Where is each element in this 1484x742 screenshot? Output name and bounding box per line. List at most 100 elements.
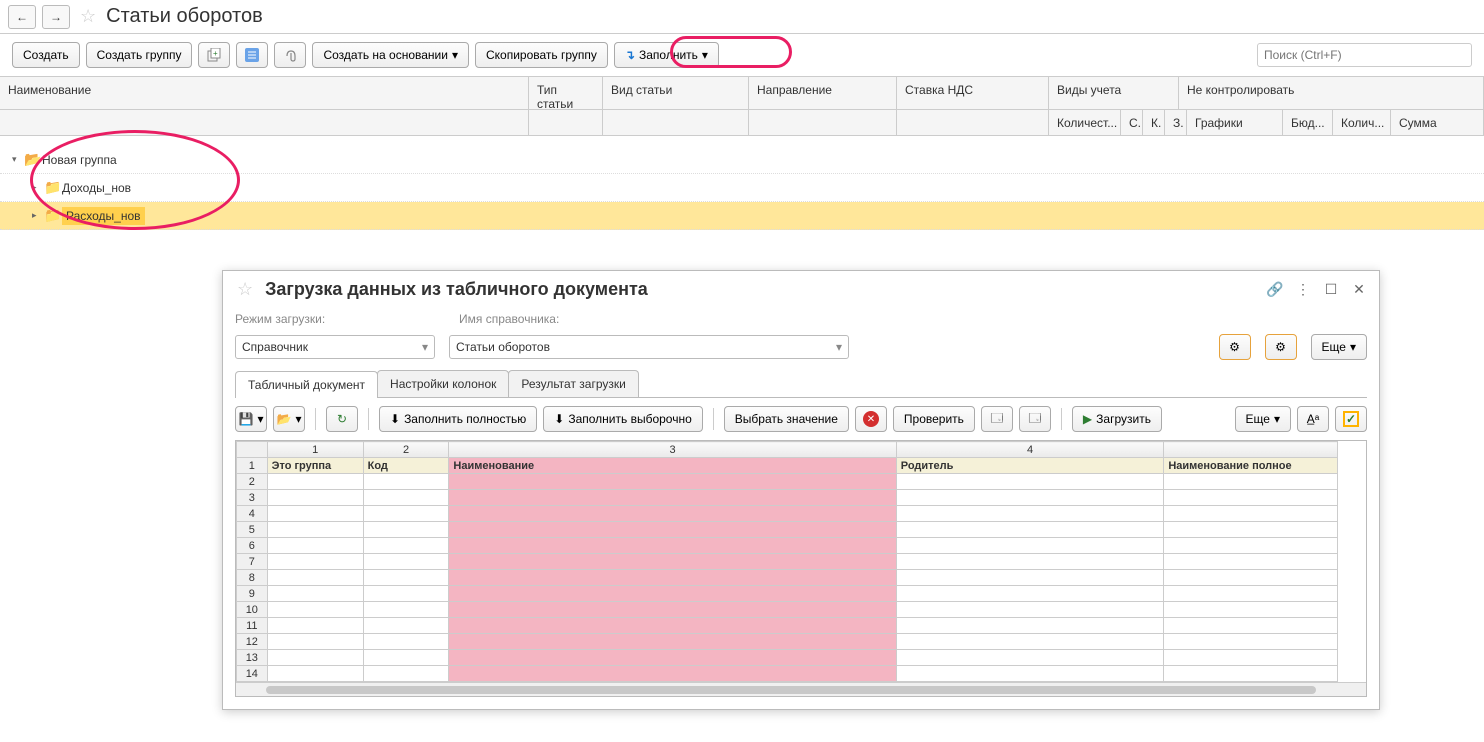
menu-icon[interactable]: ⋮ (1293, 281, 1313, 298)
h-parent[interactable]: Родитель (896, 458, 1164, 474)
mode-label: Режим загрузки: (235, 312, 445, 326)
pick-button[interactable]: Выбрать значение (724, 406, 849, 432)
load-button[interactable]: ▶ Загрузить (1072, 406, 1162, 432)
clear-button[interactable]: ✕ (855, 406, 887, 432)
disk-icon: 💾 (239, 412, 254, 426)
fill-sel-icon: ⬇ (554, 412, 564, 426)
tree-income[interactable]: ▸ 📁 Доходы_нов (0, 174, 1484, 202)
search-input[interactable] (1257, 43, 1472, 67)
refresh-button[interactable]: ↻ (326, 406, 358, 432)
dialog-title: Загрузка данных из табличного документа (265, 279, 1257, 300)
tab-result[interactable]: Результат загрузки (508, 370, 638, 397)
col-letter[interactable] (1164, 442, 1338, 458)
col-sum[interactable]: Сумма (1391, 109, 1484, 135)
row-num[interactable]: 2 (237, 474, 268, 490)
spreadsheet[interactable]: 1 2 3 4 1 Это группа Код Наименование Ро… (235, 440, 1367, 697)
fill-arrow-icon: ↴ (625, 48, 635, 62)
save-button[interactable]: 💾▾ (235, 406, 267, 432)
svg-text:+: + (213, 49, 218, 58)
h-isgroup[interactable]: Это группа (267, 458, 363, 474)
ref-select[interactable]: Статьи оборотов (449, 335, 849, 359)
col-type[interactable]: Тип статьи (529, 77, 603, 109)
expand-icon[interactable]: ▸ (32, 210, 44, 221)
row-num[interactable]: 5 (237, 522, 268, 538)
nav-fwd-button[interactable]: → (42, 5, 70, 29)
fill-sel-button[interactable]: ⬇ Заполнить выборочно (543, 406, 703, 432)
col-qty2[interactable]: Колич... (1333, 109, 1391, 135)
star-icon[interactable]: ☆ (80, 6, 96, 27)
col-name[interactable]: Наименование (0, 77, 529, 109)
tree-expense[interactable]: ▸ 📁 Расходы_нов (0, 202, 1484, 230)
col-k[interactable]: К. (1143, 109, 1165, 135)
col-acct[interactable]: Виды учета (1049, 77, 1179, 109)
row-num[interactable]: 3 (237, 490, 268, 506)
col-c[interactable]: С. (1121, 109, 1143, 135)
list-icon-button[interactable] (236, 42, 268, 68)
star-icon[interactable]: ☆ (237, 279, 253, 300)
col-letter[interactable]: 4 (896, 442, 1164, 458)
row-num[interactable]: 9 (237, 586, 268, 602)
col-noctrl[interactable]: Не контролировать (1179, 77, 1484, 109)
attach-icon-button[interactable] (274, 42, 306, 68)
font-button[interactable]: A̲ᵃ (1297, 406, 1329, 432)
col-letter[interactable]: 1 (267, 442, 363, 458)
create-button[interactable]: Создать (12, 42, 80, 68)
folder-icon: 📁 (44, 207, 62, 224)
row-num[interactable]: 12 (237, 634, 268, 650)
check-button[interactable]: Проверить (893, 406, 975, 432)
row-num[interactable]: 10 (237, 602, 268, 618)
link-icon[interactable]: 🔗 (1265, 281, 1285, 298)
create-based-button[interactable]: Создать на основании ▾ (312, 42, 469, 68)
row-num[interactable]: 7 (237, 554, 268, 570)
row-num[interactable]: 13 (237, 650, 268, 666)
more-top-button[interactable]: Еще ▾ (1311, 334, 1367, 360)
col-qty[interactable]: Количест... (1049, 109, 1121, 135)
row-num[interactable]: 6 (237, 538, 268, 554)
more-button[interactable]: Еще ▾ (1235, 406, 1291, 432)
col-vat[interactable]: Ставка НДС (897, 77, 1049, 109)
row-num[interactable]: 8 (237, 570, 268, 586)
col-bud[interactable]: Бюд... (1283, 109, 1333, 135)
tree-group-new[interactable]: ▾ 📂 Новая группа (0, 146, 1484, 174)
col-z[interactable]: З. (1165, 109, 1187, 135)
fill-full-button[interactable]: ⬇ Заполнить полностью (379, 406, 537, 432)
create-group-button[interactable]: Создать группу (86, 42, 193, 68)
col-graph[interactable]: Графики (1187, 109, 1283, 135)
tree-label: Расходы_нов (62, 207, 145, 225)
dropdown-caret-icon: ▾ (702, 48, 708, 62)
nav2-button[interactable]: 🗔 (1019, 406, 1051, 432)
open-button[interactable]: 📂▾ (273, 406, 305, 432)
gear-icon: ⚙ (1275, 340, 1286, 354)
col-letter[interactable]: 3 (449, 442, 896, 458)
tab-columns[interactable]: Настройки колонок (377, 370, 509, 397)
expand-icon[interactable]: ▾ (12, 154, 24, 165)
settings1-button[interactable]: ⚙ (1219, 334, 1251, 360)
close-icon[interactable]: ✕ (1349, 281, 1369, 298)
settings2-button[interactable]: ⚙ (1265, 334, 1297, 360)
fill-button[interactable]: ↴ Заполнить ▾ (614, 42, 719, 68)
row-num[interactable]: 4 (237, 506, 268, 522)
h-scrollbar[interactable] (236, 682, 1366, 696)
copy-group-button[interactable]: Скопировать группу (475, 42, 608, 68)
col-letter[interactable]: 2 (363, 442, 449, 458)
check-toggle[interactable]: ✓ (1335, 406, 1367, 432)
corner[interactable] (237, 442, 268, 458)
mode-select[interactable]: Справочник (235, 335, 435, 359)
copy-icon-button[interactable]: + (198, 42, 230, 68)
row-num[interactable]: 1 (237, 458, 268, 474)
h-name[interactable]: Наименование (449, 458, 896, 474)
h-code[interactable]: Код (363, 458, 449, 474)
row-num[interactable]: 11 (237, 618, 268, 634)
expand-icon[interactable]: ▸ (32, 182, 44, 193)
tab-doc[interactable]: Табличный документ (235, 371, 378, 398)
nav1-button[interactable]: 🗔 (981, 406, 1013, 432)
tree-label: Доходы_нов (62, 181, 131, 195)
col-kind[interactable]: Вид статьи (603, 77, 749, 109)
load-dialog: ☆ Загрузка данных из табличного документ… (222, 270, 1380, 710)
row-num[interactable]: 14 (237, 666, 268, 682)
folder-icon: 📁 (44, 179, 62, 196)
nav-back-button[interactable]: ← (8, 5, 36, 29)
maximize-icon[interactable]: ☐ (1321, 281, 1341, 298)
h-fullname[interactable]: Наименование полное (1164, 458, 1338, 474)
col-dir[interactable]: Направление (749, 77, 897, 109)
